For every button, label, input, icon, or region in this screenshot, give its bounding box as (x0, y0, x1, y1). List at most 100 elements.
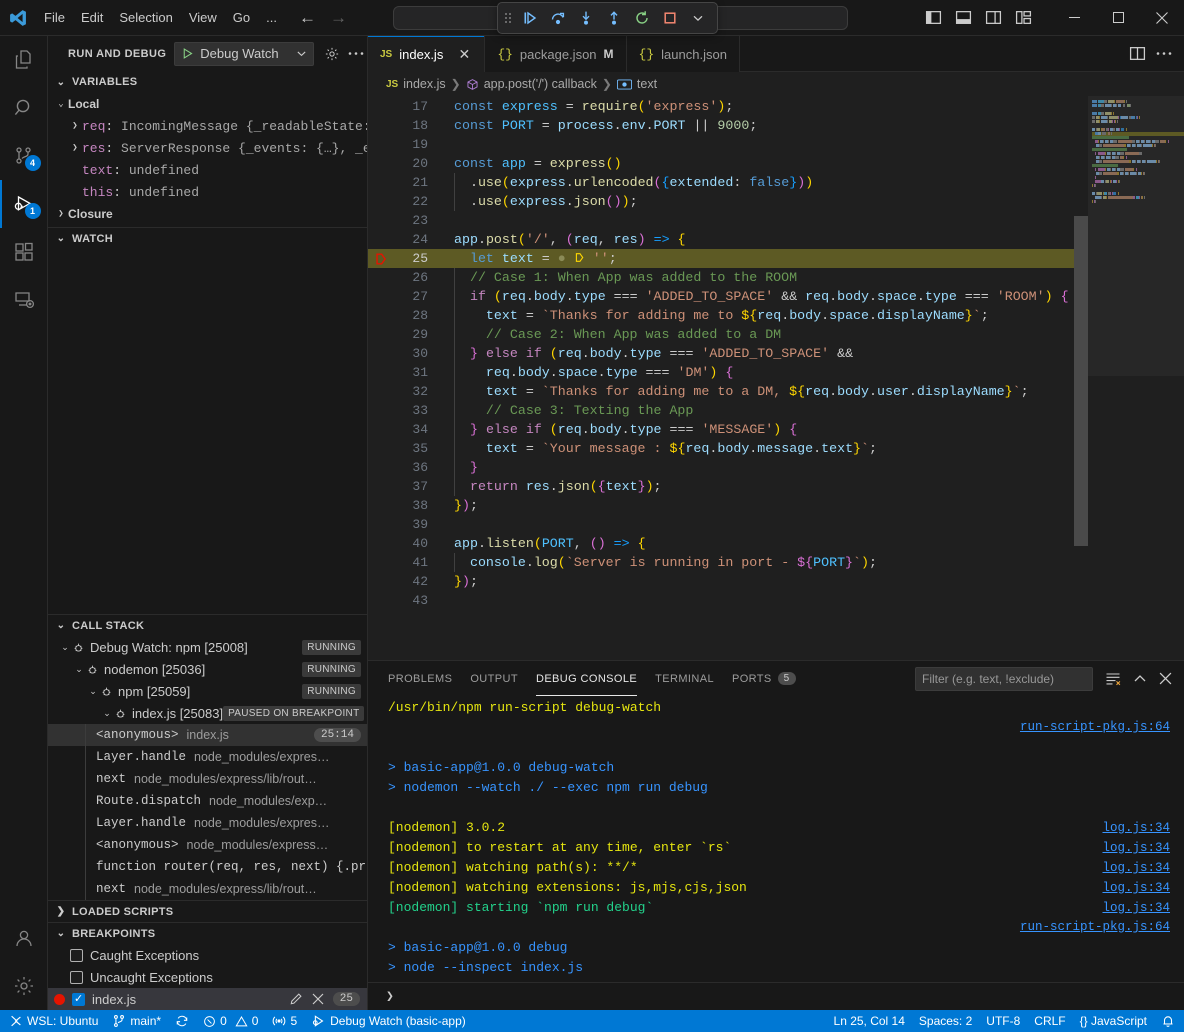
code-line[interactable]: 43 (368, 591, 1088, 610)
call-stack-section-header[interactable]: ⌄ CALL STACK (48, 614, 367, 636)
activity-item-settings[interactable] (0, 962, 48, 1010)
gutter-slot[interactable] (368, 458, 394, 477)
gutter-slot[interactable] (368, 135, 394, 154)
code-line[interactable]: 18const PORT = process.env.PORT || 9000; (368, 116, 1088, 135)
gutter-slot[interactable] (368, 477, 394, 496)
code-line[interactable]: 27 if (req.body.type === 'ADDED_TO_SPACE… (368, 287, 1088, 306)
gutter-slot[interactable] (368, 287, 394, 306)
gutter-slot[interactable] (368, 439, 394, 458)
split-editor-right-icon[interactable] (1129, 45, 1146, 62)
status-notifications[interactable] (1154, 1010, 1182, 1032)
code-line[interactable]: 21 .use(express.urlencoded({extended: fa… (368, 173, 1088, 192)
launch-configuration-dropdown[interactable]: Debug Watch (174, 42, 314, 66)
console-source-link[interactable]: log.js:34 (1102, 881, 1170, 895)
gutter-slot[interactable] (368, 591, 394, 610)
toggle-panel-icon[interactable] (950, 5, 976, 31)
gutter-slot[interactable] (368, 325, 394, 344)
breakpoint-caught-exceptions[interactable]: Caught Exceptions (48, 944, 367, 966)
editor-scrollbar[interactable] (1074, 96, 1088, 660)
maximize-panel-icon[interactable] (1133, 672, 1147, 686)
call-stack-frame[interactable]: next node_modules/express/lib/rout… (48, 768, 367, 790)
gutter-slot[interactable] (368, 268, 394, 287)
code-line[interactable]: 38}); (368, 496, 1088, 515)
variable-row-this[interactable]: this : undefined (48, 181, 367, 203)
code-line[interactable]: 39 (368, 515, 1088, 534)
menu-file[interactable]: File (36, 7, 73, 28)
code-line[interactable]: 20const app = express() (368, 154, 1088, 173)
call-stack-frame[interactable]: function router(req, res, next) {.pr (48, 856, 367, 878)
gutter-slot[interactable] (368, 97, 394, 116)
status-indentation[interactable]: Spaces: 2 (912, 1010, 979, 1032)
code-line[interactable]: 25 let text = ● ''; (368, 249, 1088, 268)
breadcrumb-item-file[interactable]: index.js (403, 77, 445, 91)
checkbox[interactable] (72, 993, 85, 1006)
checkbox[interactable] (70, 949, 83, 962)
code-editor[interactable]: 17const express = require('express');18c… (368, 96, 1184, 660)
variable-row-res[interactable]: ❯ res : ServerResponse {_events: {…}, _e… (48, 137, 367, 159)
status-eol[interactable]: CRLF (1027, 1010, 1072, 1032)
console-source-link[interactable]: run-script-pkg.js:64 (1020, 720, 1170, 734)
start-debugging-icon[interactable] (181, 47, 194, 60)
gutter-slot[interactable] (368, 401, 394, 420)
gutter-slot[interactable] (368, 572, 394, 591)
gutter-slot[interactable] (368, 553, 394, 572)
variable-row-req[interactable]: ❯ req : IncomingMessage {_readableState:… (48, 115, 367, 137)
panel-tab-debug-console[interactable]: DEBUG CONSOLE (536, 661, 637, 696)
activity-item-extensions[interactable] (0, 228, 48, 276)
code-line[interactable]: 30 } else if (req.body.type === 'ADDED_T… (368, 344, 1088, 363)
status-git-branch[interactable]: main* (105, 1010, 168, 1032)
menu-go[interactable]: Go (225, 7, 258, 28)
remove-breakpoint-icon[interactable] (312, 993, 324, 1005)
call-stack-frame[interactable]: Route.dispatch node_modules/exp… (48, 790, 367, 812)
gutter-slot[interactable] (368, 515, 394, 534)
breakpoint-index-js[interactable]: index.js 25 (48, 988, 367, 1010)
variable-row-text[interactable]: text : undefined (48, 159, 367, 181)
close-panel-icon[interactable] (1159, 672, 1172, 685)
code-line[interactable]: 28 text = `Thanks for adding me to ${req… (368, 306, 1088, 325)
toggle-secondary-sidebar-icon[interactable] (980, 5, 1006, 31)
step-over-button[interactable] (545, 6, 571, 30)
gutter-slot[interactable] (368, 211, 394, 230)
activity-item-source-control[interactable]: 4 (0, 132, 48, 180)
console-source-link[interactable]: log.js:34 (1102, 821, 1170, 835)
gutter-slot[interactable] (368, 382, 394, 401)
code-line[interactable]: 36 } (368, 458, 1088, 477)
status-encoding[interactable]: UTF-8 (979, 1010, 1027, 1032)
call-stack-session-index-js[interactable]: ⌄ index.js [25083] PAUSED ON BREAKPOINT (48, 702, 367, 724)
breadcrumb-item-symbol[interactable]: text (637, 77, 657, 91)
gutter-slot[interactable] (368, 116, 394, 135)
menu-edit[interactable]: Edit (73, 7, 111, 28)
code-line[interactable]: 31 req.body.space.type === 'DM') { (368, 363, 1088, 382)
debug-more-chevron-icon[interactable] (685, 6, 711, 30)
activity-item-search[interactable] (0, 84, 48, 132)
gear-icon[interactable] (324, 46, 340, 62)
breakpoint-marker[interactable] (368, 249, 394, 268)
more-actions-icon[interactable] (348, 51, 364, 56)
gutter-slot[interactable] (368, 344, 394, 363)
console-source-link[interactable]: run-script-pkg.js:64 (1020, 920, 1170, 934)
panel-tab-problems[interactable]: PROBLEMS (388, 661, 452, 696)
code-line[interactable]: 41 console.log(`Server is running in por… (368, 553, 1088, 572)
minimap[interactable] (1088, 96, 1184, 660)
code-line[interactable]: 17const express = require('express'); (368, 97, 1088, 116)
chevron-down-icon[interactable] (296, 48, 307, 59)
code-line[interactable]: 22 .use(express.json()); (368, 192, 1088, 211)
menu-selection[interactable]: Selection (111, 7, 180, 28)
status-ports[interactable]: 5 (265, 1010, 304, 1032)
code-line[interactable]: 24app.post('/', (req, res) => { (368, 230, 1088, 249)
status-language-mode[interactable]: {} JavaScript (1073, 1010, 1154, 1032)
breadcrumb-item-function[interactable]: app.post('/') callback (484, 77, 597, 91)
call-stack-session-nodemon[interactable]: ⌄ nodemon [25036] RUNNING (48, 658, 367, 680)
call-stack-frame[interactable]: next node_modules/express/lib/rout… (48, 878, 367, 900)
step-out-button[interactable] (601, 6, 627, 30)
code-viewport[interactable]: 17const express = require('express');18c… (368, 96, 1088, 660)
menu-more[interactable]: ... (258, 7, 285, 28)
more-actions-icon[interactable] (1156, 51, 1172, 56)
gutter-slot[interactable] (368, 363, 394, 382)
restart-button[interactable] (629, 6, 655, 30)
code-line[interactable]: 35 text = `Your message : ${req.body.mes… (368, 439, 1088, 458)
variables-scope-local[interactable]: ⌄ Local (48, 93, 367, 115)
go-back-icon[interactable]: ← (299, 9, 316, 26)
close-icon[interactable]: ✕ (456, 46, 472, 63)
watch-section-header[interactable]: ⌄ WATCH (48, 227, 367, 249)
